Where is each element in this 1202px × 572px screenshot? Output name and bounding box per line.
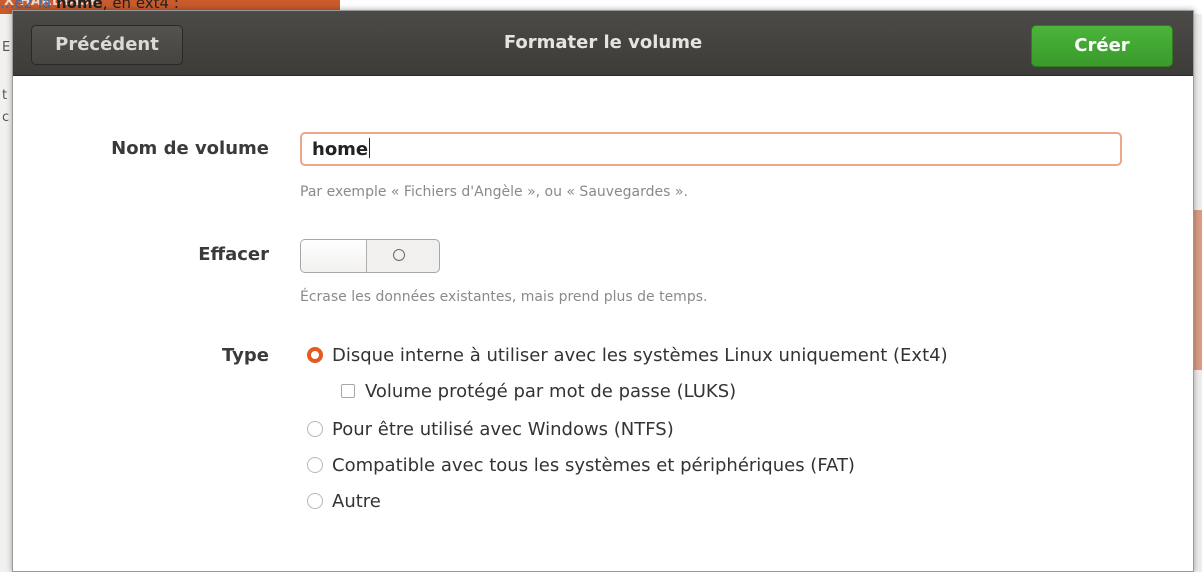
luks-label: Volume protégé par mot de passe (LUKS) xyxy=(365,380,737,402)
background-left-char: E xyxy=(2,40,11,55)
background-left-char: t xyxy=(2,88,8,103)
type-option-ntfs[interactable]: Pour être utilisé avec Windows (NTFS) xyxy=(307,416,674,442)
format-volume-dialog: Formater le volume Précédent Créer Nom d… xyxy=(12,10,1194,572)
switch-off-icon xyxy=(393,249,405,261)
luks-option[interactable]: Volume protégé par mot de passe (LUKS) xyxy=(341,378,736,404)
erase-hint: Écrase les données existantes, mais pren… xyxy=(300,289,708,305)
text-caret xyxy=(369,138,371,158)
background-sentence: ...e2 la home, en ext4 : xyxy=(0,0,179,11)
type-option-label: Pour être utilisé avec Windows (NTFS) xyxy=(332,418,674,440)
type-option-label: Compatible avec tous les systèmes et pér… xyxy=(332,454,855,476)
volume-name-label: Nom de volume xyxy=(111,138,269,159)
radio-unchecked-icon[interactable] xyxy=(307,421,323,437)
type-option-label: Autre xyxy=(332,490,381,512)
erase-switch[interactable] xyxy=(300,239,440,273)
volume-name-hint: Par exemple « Fichiers d'Angèle », ou « … xyxy=(300,184,688,200)
type-label: Type xyxy=(222,345,269,366)
volume-name-input[interactable]: home xyxy=(300,132,1122,166)
type-option-other[interactable]: Autre xyxy=(307,488,381,514)
create-button[interactable]: Créer xyxy=(1031,25,1173,67)
radio-unchecked-icon[interactable] xyxy=(307,493,323,509)
volume-name-value: home xyxy=(312,139,369,160)
checkbox-icon[interactable] xyxy=(341,384,355,398)
background-left-char: c xyxy=(2,110,10,125)
radio-unchecked-icon[interactable] xyxy=(307,457,323,473)
previous-button[interactable]: Précédent xyxy=(31,25,183,65)
type-option-ext4[interactable]: Disque interne à utiliser avec les systè… xyxy=(307,342,948,368)
type-option-fat[interactable]: Compatible avec tous les systèmes et pér… xyxy=(307,452,855,478)
erase-label: Effacer xyxy=(198,244,269,265)
dialog-content: Nom de volume home Par exemple « Fichier… xyxy=(13,76,1193,571)
dialog-headerbar: Formater le volume Précédent Créer xyxy=(13,11,1193,76)
dialog-title: Formater le volume xyxy=(503,32,703,53)
screen: X HARDDISK ...e2 la home, en ext4 : E t … xyxy=(0,0,1202,572)
type-option-label: Disque interne à utiliser avec les systè… xyxy=(332,344,948,366)
switch-knob[interactable] xyxy=(301,240,367,272)
radio-checked-icon[interactable] xyxy=(307,347,323,363)
